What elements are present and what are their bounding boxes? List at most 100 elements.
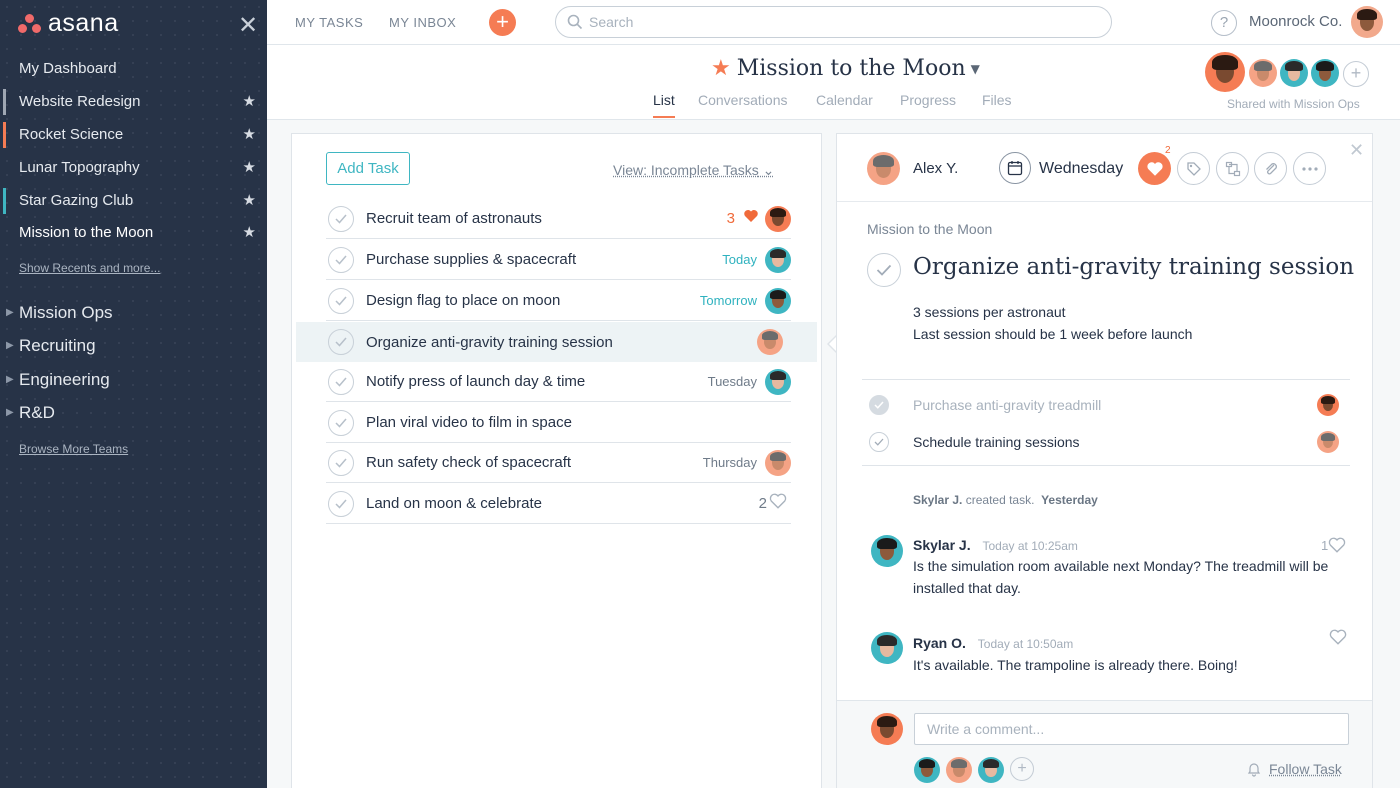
assignee-avatar[interactable]	[867, 152, 900, 185]
subtask-button[interactable]	[1216, 152, 1249, 185]
team-engineering[interactable]: ▶ Engineering	[19, 370, 110, 390]
heart-button[interactable]	[1138, 152, 1171, 185]
expand-triangle-icon[interactable]: ▶	[6, 374, 14, 385]
complete-checkbox[interactable]	[328, 206, 354, 232]
follower-avatar[interactable]	[978, 757, 1004, 783]
assignee-avatar[interactable]	[765, 450, 791, 476]
star-icon[interactable]: ★	[243, 191, 256, 209]
task-title[interactable]: Organize anti-gravity training session	[913, 254, 1354, 280]
complete-checkbox[interactable]	[328, 369, 354, 395]
task-row[interactable]: Run safety check of spacecraft Thursday	[326, 443, 791, 483]
user-avatar[interactable]	[1351, 6, 1383, 38]
complete-checkbox[interactable]	[328, 247, 354, 273]
help-icon[interactable]: ?	[1211, 10, 1237, 36]
member-avatar[interactable]	[1311, 59, 1339, 87]
subtask-assignee-avatar[interactable]	[1317, 431, 1339, 453]
comment-like[interactable]: 1	[1321, 537, 1346, 553]
complete-checkbox[interactable]	[328, 410, 354, 436]
task-name[interactable]: Land on moon & celebrate	[366, 495, 759, 512]
follow-task-link[interactable]: Follow Task	[1269, 761, 1342, 777]
task-name[interactable]: Purchase supplies & spacecraft	[366, 251, 722, 268]
chevron-down-icon[interactable]: ▼	[971, 62, 980, 76]
calendar-icon[interactable]	[999, 152, 1031, 184]
team-mission-ops[interactable]: ▶ Mission Ops	[19, 303, 113, 323]
subtask-row[interactable]: Schedule training sessions	[869, 430, 1339, 454]
complete-checkbox[interactable]	[867, 253, 901, 287]
assignee-avatar[interactable]	[765, 206, 791, 232]
star-icon[interactable]: ★	[243, 125, 256, 143]
search-input[interactable]: Search	[555, 6, 1112, 38]
sidebar-item-rocket-science[interactable]: Rocket Science ★	[0, 119, 267, 149]
breadcrumb[interactable]: Mission to the Moon	[867, 221, 992, 237]
due-date[interactable]: Thursday	[703, 455, 757, 470]
team-recruiting[interactable]: ▶ Recruiting	[19, 336, 96, 356]
star-icon[interactable]: ★	[243, 158, 256, 176]
org-switcher[interactable]: Moonrock Co.	[1249, 13, 1342, 30]
task-name[interactable]: Recruit team of astronauts	[366, 210, 727, 227]
tab-list[interactable]: List	[653, 92, 675, 108]
comment-author[interactable]: Skylar J.	[913, 537, 971, 553]
task-name[interactable]: Organize anti-gravity training session	[366, 334, 757, 351]
task-name[interactable]: Run safety check of spacecraft	[366, 454, 703, 471]
more-button[interactable]	[1293, 152, 1326, 185]
add-task-button[interactable]: Add Task	[326, 152, 410, 185]
task-name[interactable]: Design flag to place on moon	[366, 292, 700, 309]
task-row[interactable]: Notify press of launch day & time Tuesda…	[326, 362, 791, 402]
task-row-selected[interactable]: Organize anti-gravity training session	[296, 322, 817, 362]
sidebar-item-website-redesign[interactable]: Website Redesign ★	[0, 86, 267, 116]
my-inbox-link[interactable]: MY INBOX	[389, 15, 456, 30]
subtask-row[interactable]: Purchase anti-gravity treadmill	[869, 393, 1339, 417]
subtask-checkbox[interactable]	[869, 432, 889, 452]
quick-add-button[interactable]: +	[489, 9, 516, 36]
sidebar-item-mission-to-the-moon[interactable]: Mission to the Moon ★	[0, 217, 267, 247]
tab-calendar[interactable]: Calendar	[816, 92, 873, 108]
assignee-name[interactable]: Alex Y.	[913, 160, 958, 177]
comment-author[interactable]: Ryan O.	[913, 635, 966, 651]
member-avatar[interactable]	[1249, 59, 1277, 87]
task-row[interactable]: Land on moon & celebrate 2	[326, 484, 791, 524]
due-date[interactable]: Tuesday	[708, 374, 757, 389]
expand-triangle-icon[interactable]: ▶	[6, 340, 14, 351]
tab-files[interactable]: Files	[982, 92, 1012, 108]
comment-like[interactable]	[1329, 629, 1347, 645]
my-tasks-link[interactable]: MY TASKS	[295, 15, 363, 30]
task-name[interactable]: Notify press of launch day & time	[366, 373, 708, 390]
tab-conversations[interactable]: Conversations	[698, 92, 788, 108]
follower-avatar[interactable]	[946, 757, 972, 783]
complete-checkbox[interactable]	[328, 288, 354, 314]
star-icon[interactable]: ★	[243, 92, 256, 110]
task-name[interactable]: Plan viral video to film in space	[366, 414, 791, 431]
team-rnd[interactable]: ▶ R&D	[19, 403, 55, 423]
heart-outline-icon[interactable]	[769, 493, 787, 514]
assignee-avatar[interactable]	[757, 329, 783, 355]
complete-checkbox[interactable]	[328, 329, 354, 355]
subtask-checkbox[interactable]	[869, 395, 889, 415]
assignee-avatar[interactable]	[765, 247, 791, 273]
star-icon[interactable]: ★	[243, 223, 256, 241]
task-row[interactable]: Recruit team of astronauts 3	[326, 199, 791, 239]
commenter-avatar[interactable]	[871, 535, 903, 567]
commenter-avatar[interactable]	[871, 632, 903, 664]
subtask-assignee-avatar[interactable]	[1317, 394, 1339, 416]
favorite-star-icon[interactable]: ★	[711, 56, 731, 81]
attach-button[interactable]	[1254, 152, 1287, 185]
tag-button[interactable]	[1177, 152, 1210, 185]
task-row[interactable]: Purchase supplies & spacecraft Today	[326, 240, 791, 280]
add-member-button[interactable]: +	[1343, 61, 1369, 87]
due-date[interactable]: Tomorrow	[700, 293, 757, 308]
description-line[interactable]: Last session should be 1 week before lau…	[913, 326, 1192, 342]
add-follower-button[interactable]: +	[1010, 757, 1034, 781]
sidebar-item-lunar-topography[interactable]: Lunar Topography ★	[0, 152, 267, 182]
task-row[interactable]: Plan viral video to film in space	[326, 403, 791, 443]
asana-logo[interactable]: asana	[18, 9, 119, 38]
subtask-name[interactable]: Purchase anti-gravity treadmill	[913, 397, 1317, 413]
member-avatar[interactable]	[1280, 59, 1308, 87]
tab-progress[interactable]: Progress	[900, 92, 956, 108]
heart-icon[interactable]	[743, 209, 759, 228]
complete-checkbox[interactable]	[328, 450, 354, 476]
close-icon[interactable]: ✕	[1349, 140, 1364, 161]
assignee-avatar[interactable]	[765, 288, 791, 314]
follower-avatar[interactable]	[914, 757, 940, 783]
expand-triangle-icon[interactable]: ▶	[6, 307, 14, 318]
member-avatar[interactable]	[1205, 52, 1245, 92]
